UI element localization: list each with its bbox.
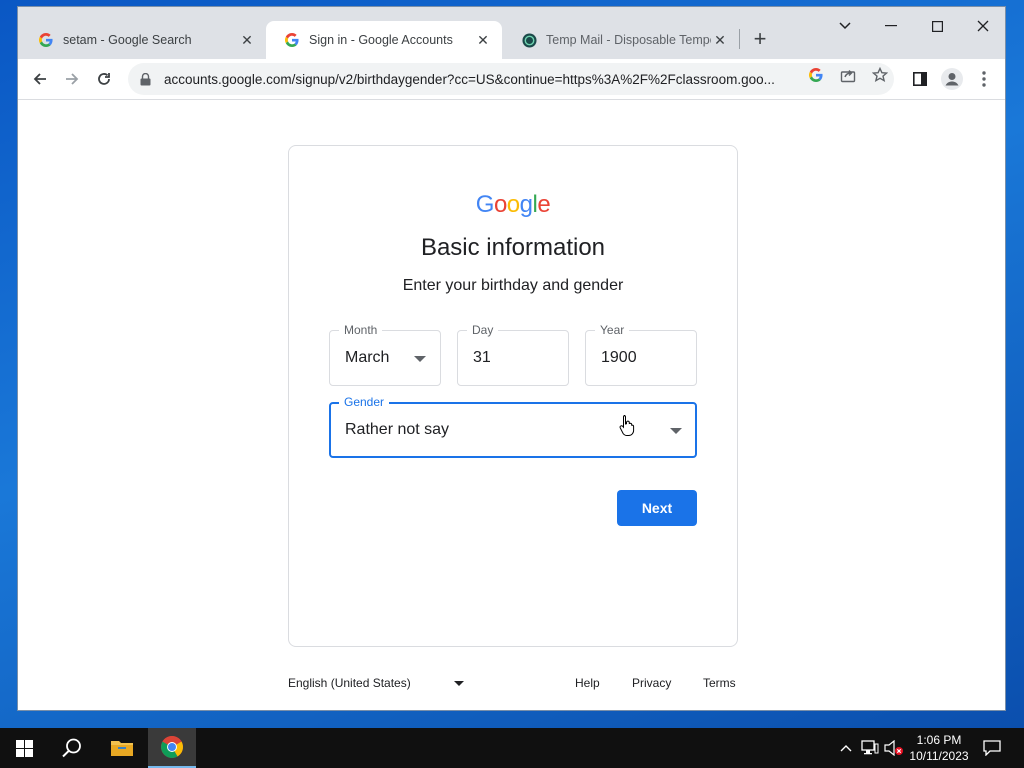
close-window-icon[interactable] <box>960 15 1005 37</box>
tab-title: Temp Mail - Disposable Tempora <box>546 33 711 47</box>
google-g-icon <box>284 32 300 48</box>
search-icon[interactable] <box>48 728 96 768</box>
tab-search-chevron-icon[interactable] <box>822 15 868 37</box>
windows-start-icon[interactable] <box>0 728 48 768</box>
day-label: Day <box>467 323 499 337</box>
gender-label: Gender <box>339 395 390 409</box>
language-label: English (United States) <box>288 676 411 690</box>
close-tab-icon[interactable]: ✕ <box>238 31 256 49</box>
month-select[interactable]: Month March <box>329 323 441 386</box>
notification-center-icon[interactable] <box>982 738 1002 758</box>
logo-letter: g <box>519 191 533 218</box>
signup-card: Google Basic information Enter your birt… <box>288 145 738 647</box>
google-logo: Google <box>289 191 737 219</box>
month-label: Month <box>339 323 383 337</box>
tab-google-search[interactable]: setam - Google Search ✕ <box>20 21 266 59</box>
address-bar[interactable]: accounts.google.com/signup/v2/birthdayge… <box>128 63 894 95</box>
next-button[interactable]: Next <box>617 490 697 526</box>
new-tab-plus-icon[interactable]: + <box>748 26 772 51</box>
google-g-icon <box>38 32 54 48</box>
tab-strip: setam - Google Search ✕ Sign in - Google… <box>18 7 1005 59</box>
volume-muted-icon[interactable] <box>884 738 904 758</box>
day-input[interactable]: Day 31 <box>457 323 569 386</box>
month-value: March <box>345 349 390 366</box>
dropdown-arrow-icon <box>414 356 426 362</box>
tab-sign-in[interactable]: Sign in - Google Accounts ✕ <box>266 21 502 59</box>
tab-title: Sign in - Google Accounts <box>309 33 453 47</box>
profile-avatar-icon[interactable] <box>938 65 966 93</box>
gender-select[interactable]: Gender Rather not say <box>329 395 697 458</box>
tab-title: setam - Google Search <box>63 33 192 47</box>
share-icon[interactable] <box>838 65 858 85</box>
year-value: 1900 <box>601 349 637 366</box>
forward-arrow-icon[interactable] <box>58 65 86 93</box>
browser-window: setam - Google Search ✕ Sign in - Google… <box>17 6 1006 711</box>
hand-cursor-icon <box>619 414 635 441</box>
chrome-taskbar-icon[interactable] <box>148 728 196 768</box>
help-link[interactable]: Help <box>575 676 600 690</box>
gender-value: Rather not say <box>345 421 450 438</box>
logo-letter: o <box>506 191 520 218</box>
maximize-icon[interactable] <box>914 15 960 37</box>
google-lens-g-icon[interactable] <box>806 65 826 85</box>
page-content: Google Basic information Enter your birt… <box>18 100 1005 710</box>
terms-link[interactable]: Terms <box>703 676 736 690</box>
day-value: 31 <box>473 349 491 366</box>
tempmail-icon <box>521 32 537 48</box>
dropdown-arrow-icon <box>453 680 464 686</box>
close-tab-icon[interactable]: ✕ <box>474 31 492 49</box>
dropdown-arrow-icon <box>670 428 682 434</box>
logo-letter: e <box>537 191 551 218</box>
tray-chevron-up-icon[interactable] <box>836 738 856 758</box>
file-explorer-icon[interactable] <box>98 728 146 768</box>
logo-letter: o <box>493 191 507 218</box>
year-input[interactable]: Year 1900 <box>585 323 697 386</box>
language-select[interactable]: English (United States) <box>288 676 468 690</box>
minimize-icon[interactable] <box>868 15 914 37</box>
clock-date: 10/11/2023 <box>909 749 969 763</box>
network-icon[interactable] <box>860 738 880 758</box>
page-title: Basic information <box>420 234 606 261</box>
reload-icon[interactable] <box>90 65 118 93</box>
kebab-menu-icon[interactable] <box>970 65 998 93</box>
page-subtitle: Enter your birthday and gender <box>402 277 624 294</box>
privacy-link[interactable]: Privacy <box>632 676 671 690</box>
bookmark-star-icon[interactable] <box>870 65 890 85</box>
side-panel-icon[interactable] <box>906 65 934 93</box>
close-tab-icon[interactable]: ✕ <box>711 31 729 49</box>
system-clock[interactable]: 1:06 PM 10/11/2023 <box>902 732 976 764</box>
tab-temp-mail[interactable]: Temp Mail - Disposable Tempora ✕ <box>503 21 739 59</box>
taskbar: 1:06 PM 10/11/2023 <box>0 728 1024 768</box>
year-label: Year <box>595 323 630 337</box>
browser-toolbar: accounts.google.com/signup/v2/birthdayge… <box>18 59 1005 100</box>
back-arrow-icon[interactable] <box>26 65 54 93</box>
url-text: accounts.google.com/signup/v2/birthdayge… <box>164 71 775 87</box>
tab-divider <box>739 29 740 49</box>
logo-letter: G <box>475 191 495 218</box>
lock-icon[interactable] <box>140 72 154 86</box>
clock-time: 1:06 PM <box>916 733 962 747</box>
